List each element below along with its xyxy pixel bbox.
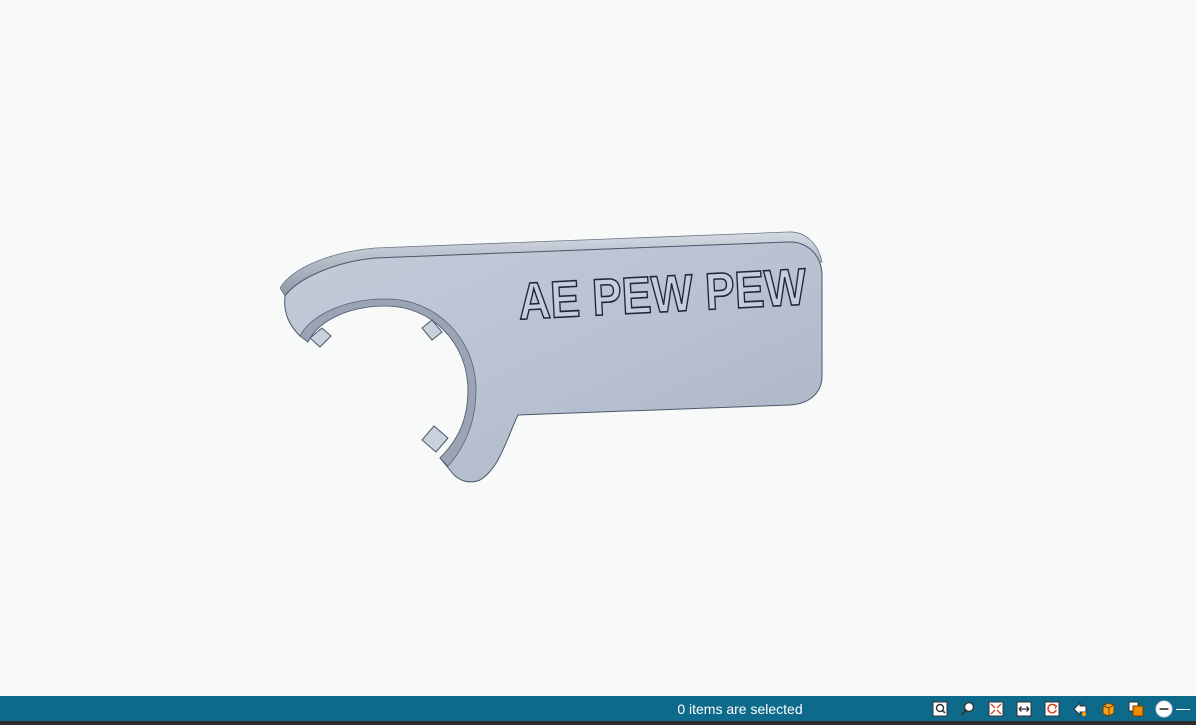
display-mode-button[interactable] xyxy=(1126,699,1146,719)
rotate-icon xyxy=(1044,701,1060,717)
select-filter-button[interactable] xyxy=(1070,699,1090,719)
select-filter-icon xyxy=(1073,701,1087,717)
window-bottom-border xyxy=(0,721,1196,725)
lug-tooth-bottom xyxy=(421,425,449,453)
view-toolbar xyxy=(930,699,1190,719)
fit-all-button[interactable] xyxy=(986,699,1006,719)
zoom-to-fit-button[interactable] xyxy=(930,699,950,719)
zoom-icon xyxy=(960,701,975,716)
zoom-to-fit-icon xyxy=(932,701,948,717)
view-cube-icon xyxy=(1102,702,1115,717)
zoom-button[interactable] xyxy=(958,699,978,719)
selection-status: 0 items are selected xyxy=(677,701,803,717)
fit-all-icon xyxy=(988,701,1004,717)
pan-button[interactable] xyxy=(1014,699,1034,719)
3d-viewport[interactable]: AE PEW PEW xyxy=(0,0,1196,696)
status-bar: 0 items are selected xyxy=(0,696,1196,721)
display-mode-icon xyxy=(1128,701,1144,717)
zoom-slider-track[interactable] xyxy=(1176,708,1190,710)
model-canvas[interactable]: AE PEW PEW xyxy=(0,0,1196,696)
minus-circle-icon xyxy=(1155,700,1173,718)
zoom-slider-handle[interactable] xyxy=(1154,699,1174,719)
rotate-button[interactable] xyxy=(1042,699,1062,719)
pan-icon xyxy=(1016,701,1032,717)
view-cube-button[interactable] xyxy=(1098,699,1118,719)
